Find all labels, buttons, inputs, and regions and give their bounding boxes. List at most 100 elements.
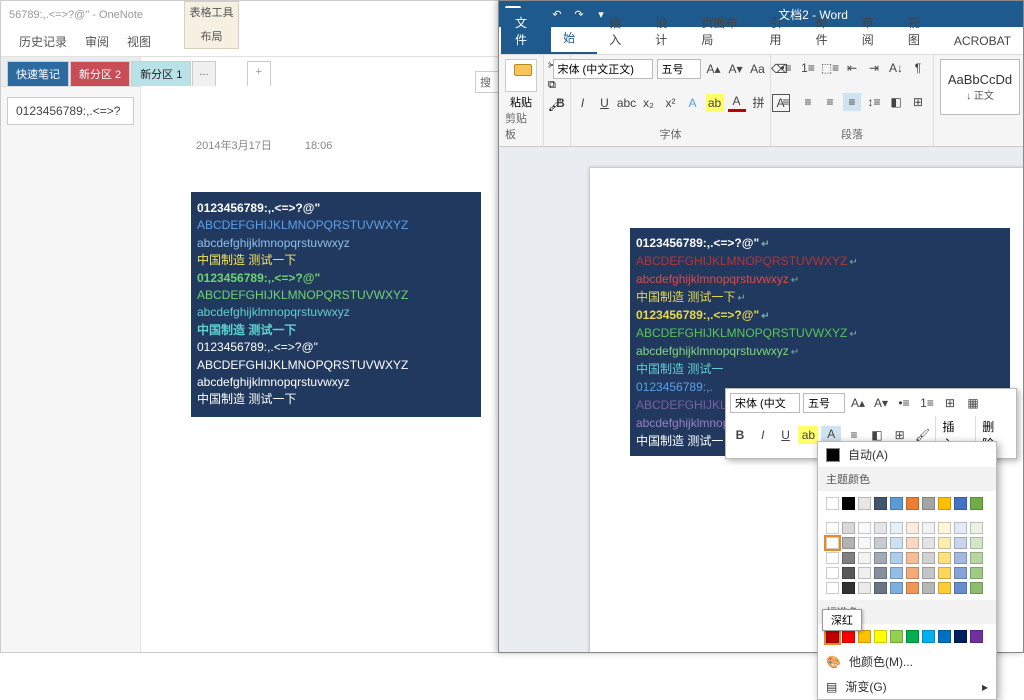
- bullets-icon[interactable]: •≡: [777, 59, 795, 77]
- color-swatch[interactable]: [826, 582, 839, 594]
- align-left-icon[interactable]: ≡: [777, 93, 795, 111]
- color-swatch[interactable]: [970, 582, 983, 594]
- color-swatch[interactable]: [874, 537, 887, 549]
- align-center-icon[interactable]: ≡: [799, 93, 817, 111]
- mini-shrink-icon[interactable]: A▾: [871, 394, 891, 412]
- section-tab-2[interactable]: 新分区 2: [70, 61, 130, 86]
- mini-highlight-icon[interactable]: ab: [798, 426, 818, 444]
- tab-ref[interactable]: 引用: [758, 8, 804, 54]
- indent-inc-icon[interactable]: ⇥: [865, 59, 883, 77]
- phonetic-icon[interactable]: 拼: [750, 94, 768, 112]
- color-swatch[interactable]: [954, 582, 967, 594]
- mini-bold-icon[interactable]: B: [730, 426, 750, 444]
- font-color-icon[interactable]: A: [728, 94, 746, 112]
- bold-icon[interactable]: B: [552, 94, 570, 112]
- color-swatch[interactable]: [938, 522, 951, 534]
- mini-bullets-icon[interactable]: •≡: [894, 394, 914, 412]
- align-justify-icon[interactable]: ≡: [843, 93, 861, 111]
- multilevel-icon[interactable]: ⬚≡: [821, 59, 839, 77]
- color-swatch[interactable]: [858, 537, 871, 549]
- color-swatch[interactable]: [954, 537, 967, 549]
- color-swatch[interactable]: [874, 630, 887, 643]
- color-swatch[interactable]: [938, 567, 951, 579]
- superscript-icon[interactable]: x²: [662, 94, 680, 112]
- sort-icon[interactable]: A↓: [887, 59, 905, 77]
- color-swatch[interactable]: [906, 537, 919, 549]
- section-tab-1[interactable]: 新分区 1: [131, 61, 191, 86]
- color-swatch[interactable]: [922, 630, 935, 643]
- color-swatch[interactable]: [938, 582, 951, 594]
- tab-mail[interactable]: 邮件: [804, 8, 850, 54]
- shrink-font-icon[interactable]: A▾: [727, 60, 745, 78]
- color-swatch[interactable]: [826, 537, 839, 549]
- color-swatch[interactable]: [906, 582, 919, 594]
- color-swatch[interactable]: [890, 522, 903, 534]
- color-swatch[interactable]: [954, 522, 967, 534]
- color-swatch[interactable]: [954, 567, 967, 579]
- color-swatch[interactable]: [890, 552, 903, 564]
- color-swatch[interactable]: [922, 537, 935, 549]
- paste-icon[interactable]: [505, 59, 537, 92]
- indent-dec-icon[interactable]: ⇤: [843, 59, 861, 77]
- color-swatch[interactable]: [906, 552, 919, 564]
- color-swatch[interactable]: [922, 567, 935, 579]
- font-name-select[interactable]: 宋体 (中文正文): [553, 59, 653, 79]
- page-list-item[interactable]: 0123456789:,.<=>?: [7, 97, 134, 125]
- tab-home[interactable]: 开始: [551, 6, 597, 54]
- table-tools-layout[interactable]: 布局: [185, 28, 238, 44]
- tab-review[interactable]: 审阅: [850, 8, 896, 54]
- color-swatch[interactable]: [858, 497, 871, 510]
- color-swatch[interactable]: [954, 630, 967, 643]
- font-size-select[interactable]: 五号: [657, 59, 701, 79]
- color-swatch[interactable]: [858, 552, 871, 564]
- section-tab-more[interactable]: ...: [192, 61, 215, 86]
- style-normal[interactable]: AaBbCcDd ↓ 正文: [940, 59, 1020, 115]
- onenote-content-block[interactable]: 0123456789:,.<=>?@" ABCDEFGHIJKLMNOPQRST…: [191, 192, 481, 417]
- color-swatch[interactable]: [842, 552, 855, 564]
- color-swatch[interactable]: [970, 630, 983, 643]
- color-swatch[interactable]: [906, 567, 919, 579]
- color-swatch[interactable]: [858, 567, 871, 579]
- color-swatch[interactable]: [906, 630, 919, 643]
- color-swatch[interactable]: [938, 552, 951, 564]
- tab-design[interactable]: 设计: [643, 8, 689, 54]
- section-tab-add[interactable]: +: [247, 61, 271, 86]
- color-swatch[interactable]: [890, 497, 903, 510]
- tab-insert[interactable]: 插入: [597, 8, 643, 54]
- show-marks-icon[interactable]: ¶: [909, 59, 927, 77]
- color-swatch[interactable]: [826, 552, 839, 564]
- italic-icon[interactable]: I: [574, 94, 592, 112]
- color-swatch[interactable]: [826, 522, 839, 534]
- color-swatch[interactable]: [890, 582, 903, 594]
- color-swatch[interactable]: [874, 567, 887, 579]
- mini-italic-icon[interactable]: I: [753, 426, 773, 444]
- mini-numbers-icon[interactable]: 1≡: [917, 394, 937, 412]
- color-swatch[interactable]: [842, 497, 855, 510]
- underline-icon[interactable]: U: [596, 94, 614, 112]
- color-swatch[interactable]: [970, 497, 983, 510]
- color-swatch[interactable]: [954, 552, 967, 564]
- color-swatch[interactable]: [970, 552, 983, 564]
- color-swatch[interactable]: [842, 630, 855, 643]
- color-swatch[interactable]: [858, 582, 871, 594]
- shading-icon[interactable]: ◧: [887, 93, 905, 111]
- mini-size-select[interactable]: 五号: [803, 393, 845, 413]
- color-swatch[interactable]: [858, 522, 871, 534]
- section-tab-quick[interactable]: 快速笔记: [7, 61, 69, 86]
- text-effects-icon[interactable]: A: [684, 94, 702, 112]
- color-swatch[interactable]: [826, 567, 839, 579]
- color-swatch[interactable]: [970, 567, 983, 579]
- color-swatch[interactable]: [970, 522, 983, 534]
- color-swatch[interactable]: [826, 497, 839, 510]
- change-case-icon[interactable]: Aa: [749, 60, 767, 78]
- tab-history[interactable]: 历史记录: [19, 33, 67, 50]
- color-swatch[interactable]: [938, 537, 951, 549]
- tab-view[interactable]: 视图: [896, 8, 942, 54]
- tab-review[interactable]: 审阅: [85, 33, 109, 50]
- color-swatch[interactable]: [842, 567, 855, 579]
- color-swatch[interactable]: [874, 522, 887, 534]
- color-swatch[interactable]: [890, 537, 903, 549]
- color-swatch[interactable]: [970, 537, 983, 549]
- color-swatch[interactable]: [922, 522, 935, 534]
- color-swatch[interactable]: [874, 497, 887, 510]
